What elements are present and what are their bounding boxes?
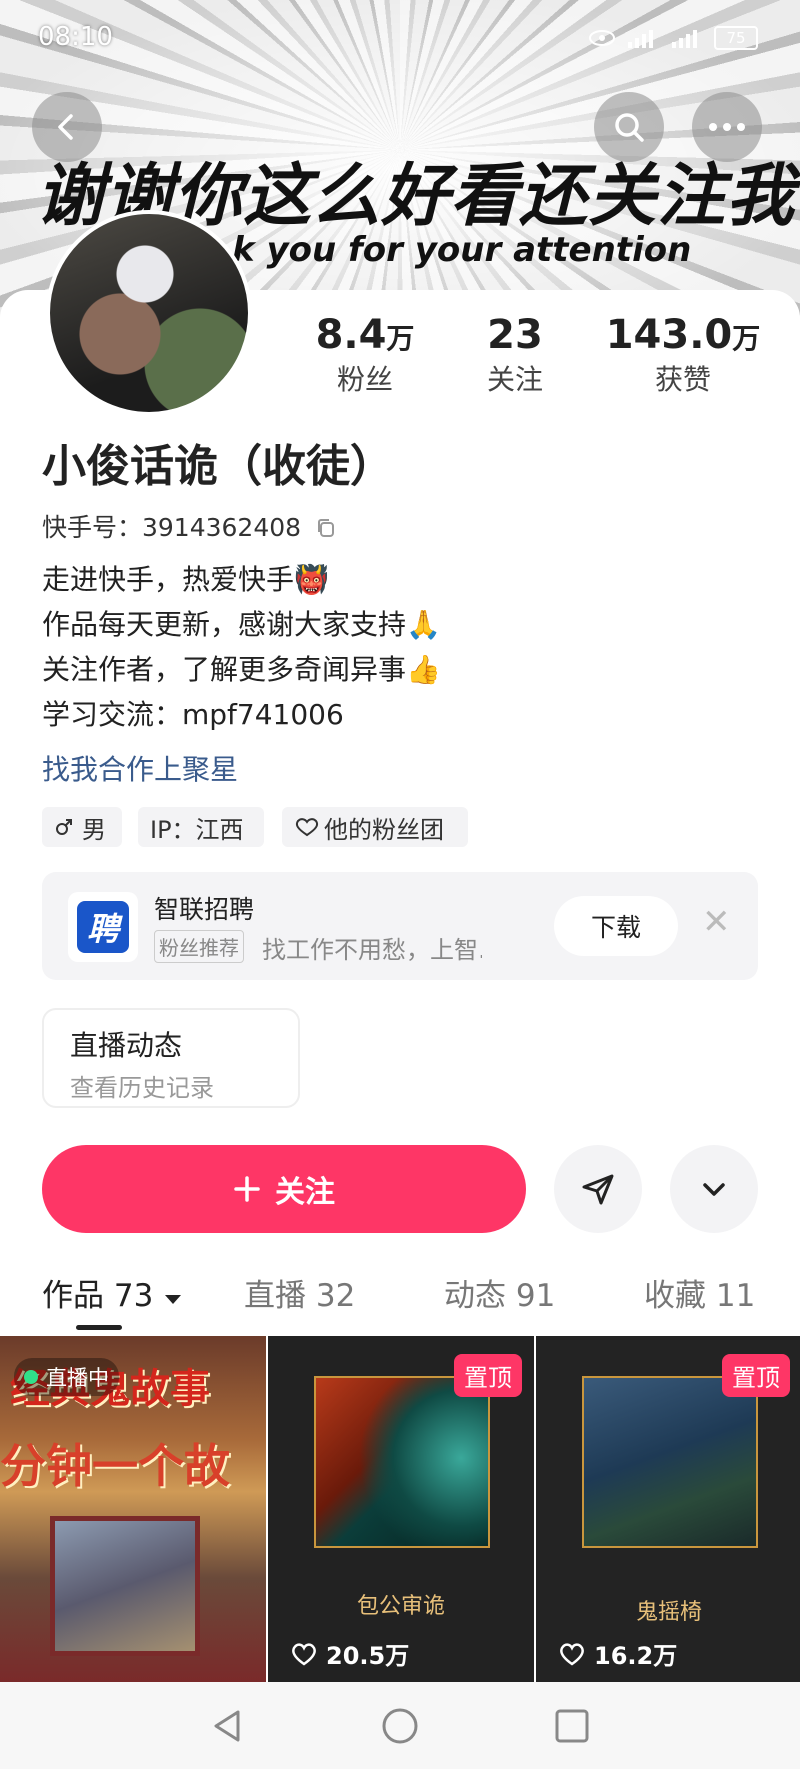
signal-icon — [672, 30, 697, 48]
plus-icon — [234, 1176, 260, 1202]
send-icon — [582, 1174, 614, 1205]
nav-recents-icon[interactable] — [552, 1706, 592, 1746]
video-thumbnail[interactable]: 置顶 鬼摇椅 16.2万 — [536, 1336, 800, 1682]
expand-button[interactable] — [670, 1145, 758, 1233]
video-title: 包公审诡 — [356, 1594, 445, 1619]
ad-card[interactable]: 聘 智联招聘 粉丝推荐 找工作不用愁，上智… 下载 ✕ — [42, 872, 758, 980]
bio-line: 作品每天更新，感谢大家支持🙏 — [42, 608, 441, 641]
banner-subtitle: k you for your attention — [232, 230, 692, 270]
status-time: 08:10 — [38, 22, 113, 52]
nav-home-icon[interactable] — [380, 1706, 420, 1746]
fans-group-text: 他的粉丝团 — [324, 815, 444, 844]
thumbnail-caption: 分钟一个故 — [0, 1439, 230, 1493]
live-dot-icon — [24, 1370, 38, 1384]
bio-line: 关注作者，了解更多奇闻异事👍 — [42, 653, 441, 686]
more-dots-icon — [709, 123, 745, 131]
heart-group-icon — [295, 818, 319, 837]
tab-works-label: 作品 73 — [42, 1278, 154, 1314]
stat-likes-unit: 万 — [732, 322, 761, 355]
heart-icon — [292, 1642, 316, 1666]
tab-live[interactable]: 直播 32 — [244, 1270, 355, 1315]
like-count: 20.5万 — [290, 1636, 409, 1671]
stat-following-number: 23 — [487, 312, 543, 358]
video-thumbnail[interactable]: 置顶 包公审诡 20.5万 — [268, 1336, 534, 1682]
live-history-card[interactable]: 直播动态 查看历史记录 — [42, 1008, 300, 1108]
bio-line: 学习交流：mpf741006 — [42, 698, 344, 731]
video-thumbnail-live[interactable]: 经典鬼故事 分钟一个故 直播中 — [0, 1336, 266, 1682]
like-count-text: 20.5万 — [326, 1642, 410, 1670]
ad-badge: 粉丝推荐 — [154, 930, 244, 963]
fans-group-tag[interactable]: 他的粉丝团 — [282, 807, 468, 847]
tab-favorites[interactable]: 收藏 11 — [644, 1270, 755, 1315]
follow-label: 关注 — [275, 1175, 335, 1210]
ad-description: 找工作不用愁，上智… — [262, 936, 482, 964]
gender-tag: 男 — [42, 807, 122, 847]
search-button[interactable] — [594, 92, 664, 162]
thumbnail-image — [50, 1516, 200, 1656]
signal-icon — [628, 30, 653, 48]
message-button[interactable] — [554, 1145, 642, 1233]
more-button[interactable] — [692, 92, 762, 162]
stat-fans-number: 8.4 — [315, 312, 387, 358]
pinned-badge: 置顶 — [454, 1354, 522, 1397]
eye-icon — [589, 30, 615, 46]
bio-line: 走进快手，热爱快手👹 — [42, 563, 329, 596]
thumbnail-image — [582, 1376, 758, 1548]
ip-tag: IP：江西 — [138, 807, 264, 847]
thumbnail-image — [314, 1376, 490, 1548]
stat-following[interactable]: 23 关注 — [456, 312, 574, 398]
nav-back-icon[interactable] — [208, 1706, 248, 1746]
tab-works[interactable]: 作品 73 — [42, 1270, 183, 1315]
dropdown-arrow-icon — [165, 1295, 182, 1304]
search-icon — [615, 113, 644, 142]
cooperation-link[interactable]: 找我合作上聚星 — [42, 748, 238, 788]
live-history-subtitle: 查看历史记录 — [70, 1074, 214, 1102]
heart-icon — [560, 1642, 584, 1666]
stat-following-label: 关注 — [486, 363, 543, 396]
ad-logo-text: 聘 — [77, 901, 129, 953]
ad-app-name: 智联招聘 — [154, 895, 255, 924]
tab-moments[interactable]: 动态 91 — [444, 1270, 555, 1315]
stat-fans-unit: 万 — [386, 322, 415, 355]
back-arrow-icon — [58, 114, 73, 140]
avatar[interactable] — [46, 210, 252, 416]
copy-icon[interactable] — [315, 517, 337, 539]
stat-likes-label: 获赞 — [654, 363, 711, 396]
stat-likes-number: 143.0 — [605, 312, 733, 358]
stat-fans[interactable]: 8.4万 粉丝 — [290, 312, 440, 398]
video-title: 鬼摇椅 — [635, 1600, 702, 1625]
follow-button[interactable]: 关注 — [42, 1145, 526, 1233]
stat-fans-label: 粉丝 — [336, 363, 393, 396]
status-icons: 75 — [588, 26, 758, 50]
live-history-title: 直播动态 — [70, 1029, 183, 1062]
male-icon — [56, 819, 72, 835]
pinned-badge: 置顶 — [722, 1354, 790, 1397]
ip-text: IP：江西 — [150, 815, 244, 844]
ad-logo: 聘 — [68, 892, 138, 962]
battery-icon: 75 — [714, 26, 758, 50]
close-icon[interactable]: ✕ — [702, 902, 731, 942]
live-badge-text: 直播中 — [46, 1366, 109, 1390]
stat-likes[interactable]: 143.0万 获赞 — [600, 312, 766, 398]
kuaishou-id-text: 快手号：3914362408 — [42, 513, 302, 542]
like-count: 16.2万 — [558, 1636, 677, 1671]
gender-text: 男 — [82, 815, 106, 844]
back-button[interactable] — [32, 92, 102, 162]
tab-indicator — [76, 1325, 122, 1330]
battery-level: 75 — [726, 29, 746, 47]
system-nav-bar — [0, 1682, 800, 1769]
like-count-text: 16.2万 — [594, 1642, 678, 1670]
profile-name: 小俊话诡（收徒） — [42, 441, 394, 492]
ad-download-button[interactable]: 下载 — [554, 896, 678, 956]
kuaishou-id: 快手号：3914362408 — [42, 508, 337, 544]
live-badge: 直播中 — [14, 1358, 119, 1396]
chevron-down-icon — [703, 1183, 725, 1196]
